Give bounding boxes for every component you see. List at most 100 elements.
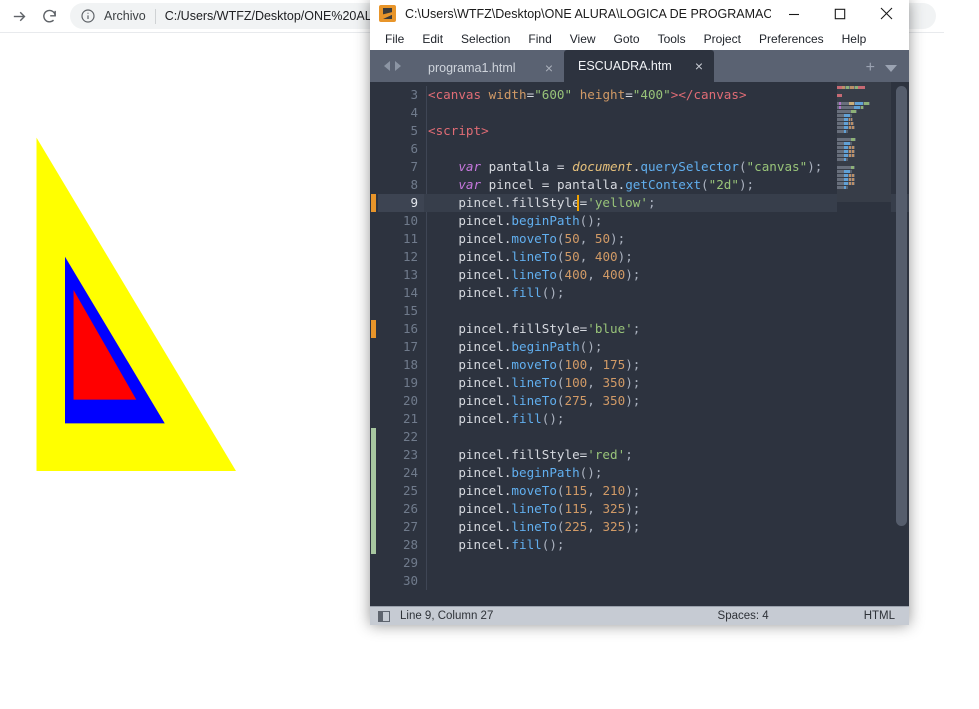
- code-token: 400: [594, 249, 618, 264]
- maximize-icon[interactable]: [817, 0, 863, 28]
- menu-item-project[interactable]: Project: [695, 31, 750, 47]
- code-token: ;: [625, 447, 633, 462]
- code-token: 'red': [587, 447, 626, 462]
- code-token: ,: [587, 483, 603, 498]
- menu-item-edit[interactable]: Edit: [413, 31, 452, 47]
- line-number: 25: [402, 483, 418, 498]
- title-bar[interactable]: C:\Users\WTFZ\Desktop\ONE ALURA\LOGICA D…: [370, 0, 909, 28]
- menu-item-find[interactable]: Find: [519, 31, 560, 47]
- info-circle-icon[interactable]: [80, 8, 96, 24]
- minimize-icon[interactable]: [771, 0, 817, 28]
- syntax-mode-status[interactable]: HTML: [864, 610, 895, 622]
- minimap-viewport[interactable]: [837, 82, 891, 202]
- code-token: (: [556, 393, 565, 408]
- code-token: <script>: [428, 123, 489, 138]
- forward-arrow-icon[interactable]: [4, 1, 34, 31]
- code-token: pincel: [428, 537, 504, 552]
- line-number: 28: [402, 537, 418, 552]
- menu-item-selection[interactable]: Selection: [452, 31, 519, 47]
- code-token: fill: [511, 411, 542, 426]
- chevron-down-icon[interactable]: [885, 64, 897, 72]
- code-token: 'blue': [587, 321, 633, 336]
- code-token: moveTo: [511, 483, 557, 498]
- screen: Archivo C:/Users/WTFZ/Desktop/ONE%20ALU …: [0, 0, 979, 709]
- new-tab-button[interactable]: +: [866, 60, 875, 76]
- close-icon[interactable]: [863, 0, 909, 28]
- indentation-status[interactable]: Spaces: 4: [718, 610, 769, 622]
- sublime-text-window: C:\Users\WTFZ\Desktop\ONE ALURA\LOGICA D…: [370, 0, 909, 625]
- code-token: =: [556, 159, 565, 174]
- menu-item-file[interactable]: File: [376, 31, 413, 47]
- code-token: );: [807, 159, 823, 174]
- menu-item-help[interactable]: Help: [833, 31, 876, 47]
- status-bar: Line 9, Column 27 Spaces: 4 HTML: [370, 606, 909, 625]
- gutter-change-marker: [371, 446, 376, 464]
- gutter-change-marker: [371, 320, 376, 338]
- code-token: pantalla: [481, 159, 557, 174]
- code-token: 350: [602, 393, 626, 408]
- code-token: (: [556, 519, 565, 534]
- menu-item-view[interactable]: View: [561, 31, 605, 47]
- code-token: );: [738, 177, 755, 192]
- code-token: pincel: [428, 357, 504, 372]
- gutter-change-marker: [371, 500, 376, 518]
- text-cursor: [577, 195, 579, 211]
- menu-item-preferences[interactable]: Preferences: [750, 31, 833, 47]
- reload-icon[interactable]: [34, 1, 64, 31]
- code-token: ,: [587, 393, 603, 408]
- line-number: 22: [402, 429, 418, 444]
- omnibox-divider: [154, 8, 156, 24]
- code-token: ,: [587, 501, 603, 516]
- tab-close-icon[interactable]: ×: [695, 59, 703, 73]
- menu-item-goto[interactable]: Goto: [605, 31, 649, 47]
- chevron-right-icon[interactable]: [394, 61, 401, 71]
- line-number: 8: [410, 177, 418, 192]
- editor-scrollbar-thumb[interactable]: [896, 86, 907, 526]
- code-token: (: [556, 501, 565, 516]
- gutter-change-marker: [371, 194, 376, 212]
- code-token: 350: [602, 375, 626, 390]
- line-number: 20: [402, 393, 418, 408]
- code-token: fillStyle: [511, 321, 580, 336]
- code-token: );: [610, 231, 626, 246]
- code-token: 100: [564, 357, 588, 372]
- code-token: );: [625, 519, 641, 534]
- code-editor[interactable]: 3 4 5 6 7 8 9 10 11 12 13 14 15 16 17 18 19 20 21 22 23 24 25 2…: [370, 82, 909, 606]
- menu-bar: File Edit Selection Find View Goto Tools Projec…: [370, 28, 909, 50]
- cursor-position-status: Line 9, Column 27: [400, 610, 494, 622]
- code-token: ,: [587, 375, 603, 390]
- tab-bar-actions: +: [866, 60, 909, 82]
- code-token: moveTo: [511, 231, 557, 246]
- menu-item-tools[interactable]: Tools: [649, 31, 695, 47]
- code-token: 'yellow': [587, 195, 648, 210]
- sidebar-toggle-icon[interactable]: [378, 610, 390, 622]
- line-number: 17: [402, 339, 418, 354]
- chevron-left-icon[interactable]: [383, 61, 390, 71]
- tab-navigation[interactable]: [370, 50, 414, 82]
- code-token: lineTo: [511, 375, 557, 390]
- editor-tab[interactable]: ESCUADRA.htm ×: [564, 50, 714, 82]
- line-number: 11: [402, 231, 418, 246]
- editor-scrollbar[interactable]: [896, 86, 907, 602]
- code-token: 100: [564, 375, 588, 390]
- line-number: 14: [402, 285, 418, 300]
- code-token: 175: [602, 357, 626, 372]
- tab-close-icon[interactable]: ×: [545, 61, 553, 75]
- code-token: height: [579, 87, 626, 102]
- code-token: fillStyle: [511, 195, 580, 210]
- code-token: moveTo: [511, 357, 557, 372]
- code-token: pincel: [428, 249, 504, 264]
- gutter-change-marker: [371, 518, 376, 536]
- line-number: 12: [402, 249, 418, 264]
- code-token: pincel: [428, 321, 504, 336]
- code-token: pincel: [428, 285, 504, 300]
- code-token: "canvas": [746, 159, 808, 174]
- tab-label: ESCUADRA.htm: [578, 59, 672, 73]
- code-token: lineTo: [511, 267, 557, 282]
- code-token: (: [556, 267, 565, 282]
- editor-tab[interactable]: programa1.html ×: [414, 53, 564, 82]
- line-number: 3: [410, 87, 418, 102]
- code-token: (: [556, 483, 565, 498]
